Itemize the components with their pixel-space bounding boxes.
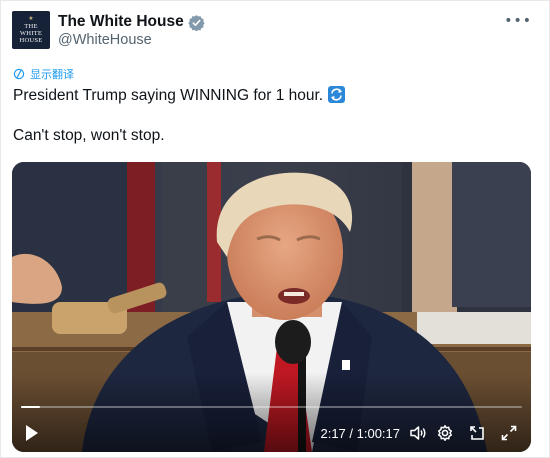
play-icon[interactable] xyxy=(26,425,38,441)
video-progress-fill xyxy=(21,406,41,408)
video-progress-bar[interactable] xyxy=(21,406,522,408)
settings-gear-icon[interactable] xyxy=(436,424,454,442)
repeat-emoji-icon xyxy=(328,86,346,103)
author-name-row: The White House xyxy=(58,13,205,31)
verified-badge-icon xyxy=(188,14,205,31)
tweet-line: President Trump saying WINNING for 1 hou… xyxy=(13,86,533,106)
video-player[interactable]: 2:17 / 1:00:17 xyxy=(12,162,531,452)
tweet-line: Can't stop, won't stop. xyxy=(13,126,533,146)
fullscreen-icon[interactable] xyxy=(500,424,518,442)
avatar-text-line: THE xyxy=(24,23,38,30)
seal-star-icon: ★ xyxy=(28,15,34,22)
volume-icon[interactable] xyxy=(409,424,427,442)
more-options-icon[interactable]: ••• xyxy=(504,13,532,29)
translate-link[interactable]: 显示翻译 xyxy=(13,66,74,82)
video-controls: 2:17 / 1:00:17 xyxy=(12,412,531,452)
tweet-line-text: President Trump saying WINNING for 1 hou… xyxy=(13,87,324,104)
author-display-name[interactable]: The White House xyxy=(58,13,184,31)
video-time: 2:17 / 1:00:17 xyxy=(320,426,400,441)
translate-label: 显示翻译 xyxy=(30,69,74,81)
video-frame-image xyxy=(12,162,531,452)
tweet-line-text: Can't stop, won't stop. xyxy=(13,127,165,144)
avatar-text-line: WHITE xyxy=(19,30,43,37)
avatar[interactable]: ★ THE WHITE HOUSE xyxy=(12,11,50,49)
tweet-text: President Trump saying WINNING for 1 hou… xyxy=(13,86,533,146)
tweet-card: ★ THE WHITE HOUSE The White House @White… xyxy=(0,0,550,458)
author-handle[interactable]: @WhiteHouse xyxy=(58,32,152,48)
translate-icon xyxy=(13,68,25,80)
avatar-text-line: HOUSE xyxy=(19,37,43,44)
mini-player-icon[interactable] xyxy=(468,424,486,442)
